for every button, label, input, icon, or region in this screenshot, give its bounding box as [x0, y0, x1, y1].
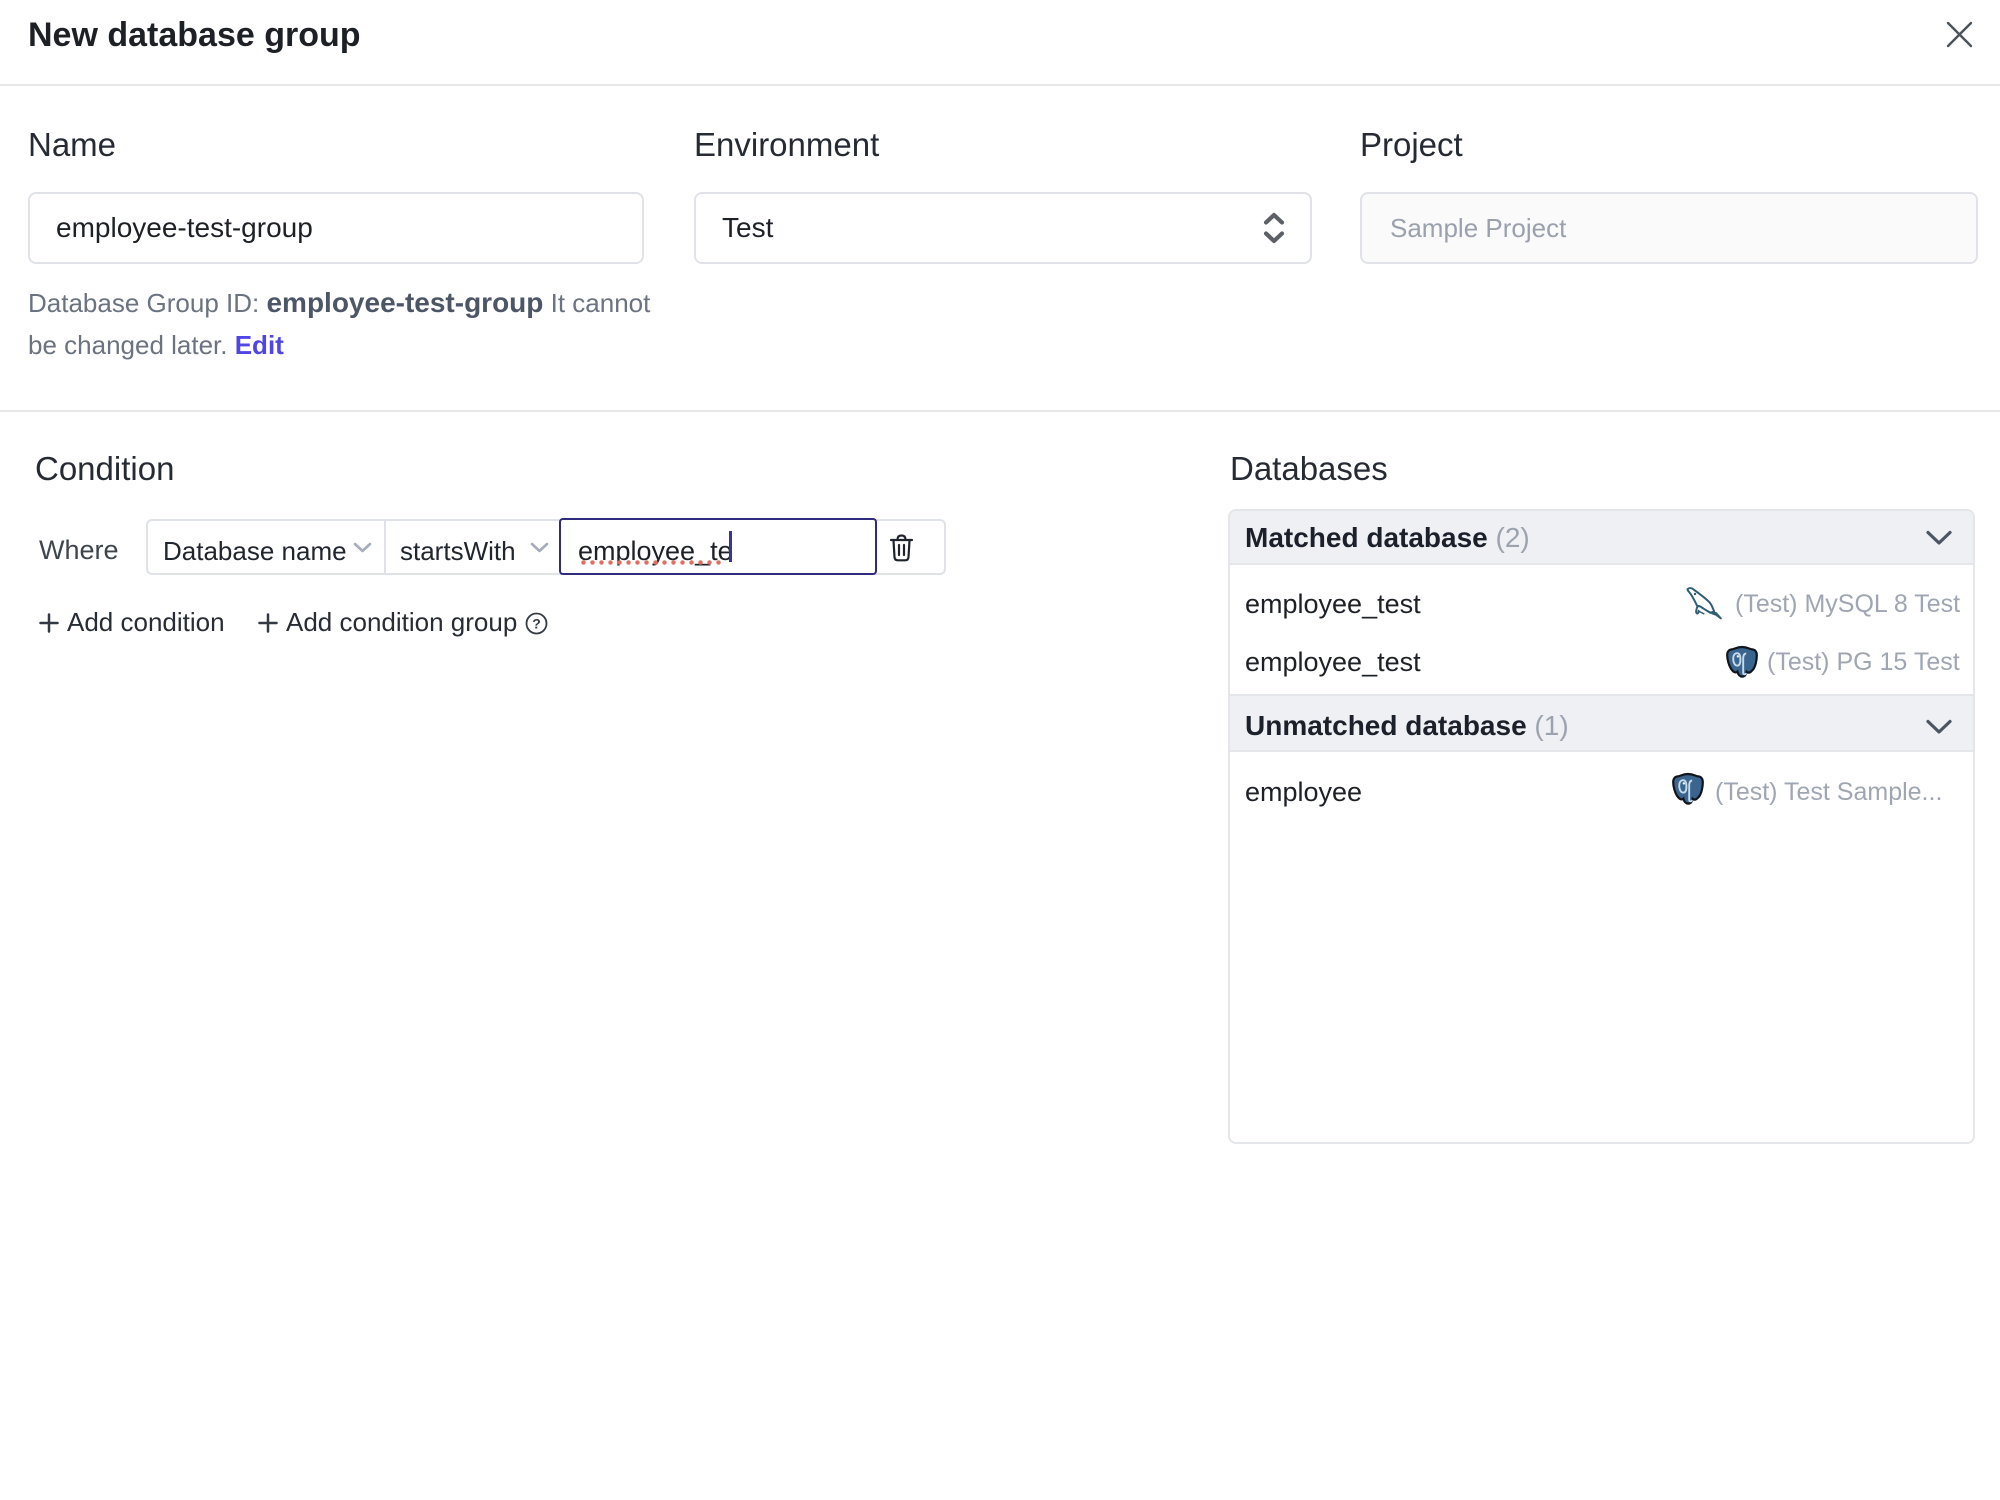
svg-text:?: ? — [532, 615, 541, 631]
